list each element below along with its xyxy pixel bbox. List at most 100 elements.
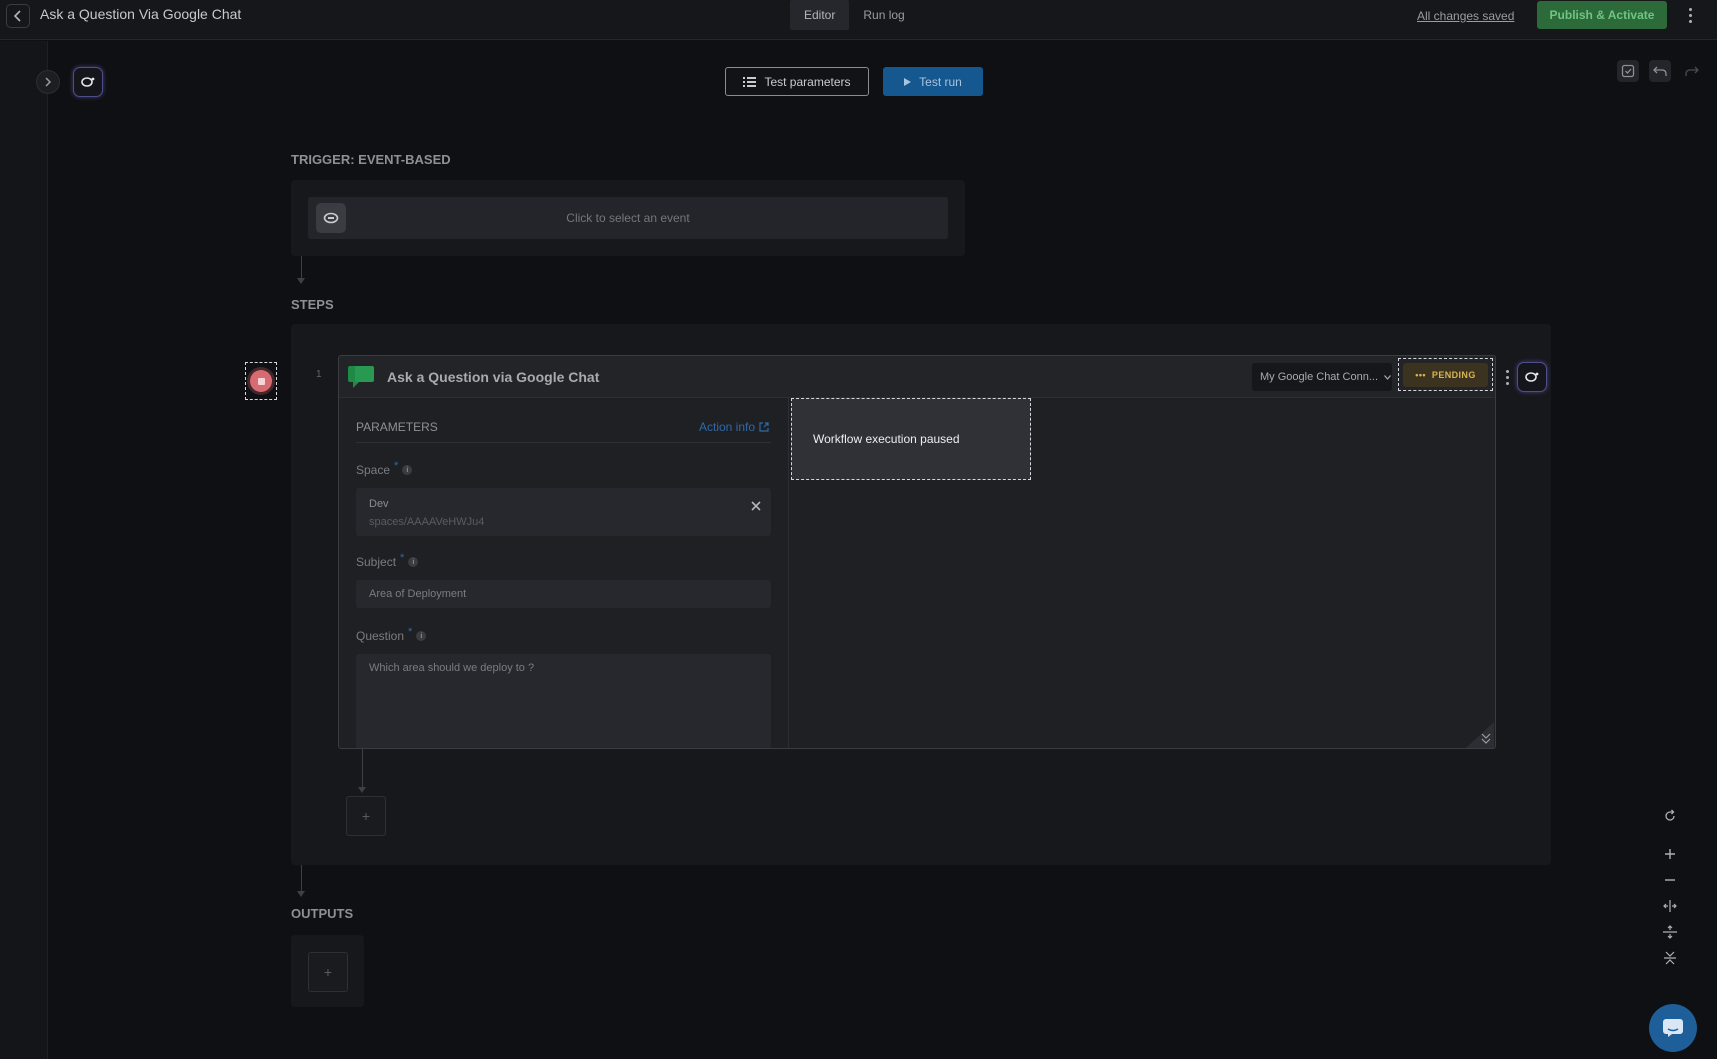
step-more-menu-button[interactable] [1503, 367, 1511, 387]
test-run-button[interactable]: Test run [883, 67, 983, 96]
connector-line [301, 256, 302, 280]
question-input[interactable]: Which area should we deploy to ? [356, 654, 771, 748]
view-tabs: Editor Run log [790, 0, 919, 30]
step-ai-assistant-button[interactable] [1517, 362, 1547, 392]
event-select[interactable]: Click to select an event [308, 197, 948, 239]
connection-select[interactable]: My Google Chat Conn... [1252, 363, 1392, 391]
zoom-in-button[interactable] [1659, 844, 1681, 863]
chevron-left-icon [13, 10, 21, 22]
space-label: Space * i [356, 460, 413, 477]
ai-assistant-icon [81, 77, 95, 87]
support-chat-icon [1663, 1019, 1683, 1037]
required-marker: * [400, 552, 405, 564]
subject-label-text: Subject [356, 555, 397, 569]
space-id: spaces/AAAAVeHWJu4 [369, 516, 485, 528]
stop-step-target [245, 362, 277, 400]
info-icon[interactable]: i [408, 557, 419, 567]
question-label-text: Question [356, 629, 405, 643]
tab-run-log[interactable]: Run log [849, 0, 918, 30]
reset-icon [1665, 809, 1675, 821]
expand-sidebar-button[interactable] [36, 70, 60, 94]
undo-icon [1653, 66, 1667, 76]
action-info-link[interactable]: Action info [699, 420, 769, 434]
kebab-dot-icon [1505, 381, 1509, 385]
play-icon [904, 77, 912, 86]
zoom-out-icon [1665, 878, 1675, 881]
history-tools [1617, 60, 1703, 82]
more-menu-button[interactable] [1685, 4, 1695, 26]
zoom-in-icon [1665, 848, 1675, 859]
connector-arrow [297, 278, 305, 284]
subject-label: Subject * i [356, 552, 419, 569]
ai-assistant-button[interactable] [73, 67, 103, 97]
collapse-icon [1664, 951, 1676, 964]
steps-section-label: STEPS [291, 297, 334, 312]
connector-line [301, 865, 302, 893]
step-card-header[interactable]: Ask a Question via Google Chat My Google… [339, 356, 1495, 398]
kebab-dot-icon [1505, 375, 1509, 379]
reset-view-button[interactable] [1659, 806, 1681, 825]
undo-button[interactable] [1649, 60, 1671, 82]
connection-select-value: My Google Chat Conn... [1260, 371, 1379, 383]
test-run-label: Test run [919, 74, 962, 89]
required-marker: * [408, 626, 413, 638]
redo-button[interactable] [1681, 60, 1703, 82]
test-parameters-button[interactable]: Test parameters [725, 67, 869, 96]
ai-assistant-icon [1525, 372, 1539, 382]
stop-icon [257, 377, 265, 385]
parameters-divider [356, 442, 771, 443]
step-number: 1 [316, 369, 322, 380]
trigger-section-label: TRIGGER: EVENT-BASED [291, 152, 451, 167]
chevron-right-icon [45, 77, 52, 87]
tab-editor[interactable]: Editor [790, 0, 850, 30]
space-name: Dev [369, 498, 389, 510]
zoom-out-button[interactable] [1659, 870, 1681, 889]
stop-execution-button[interactable] [250, 370, 272, 392]
back-button[interactable] [6, 4, 30, 28]
kebab-dot-icon [1688, 19, 1692, 23]
subject-input[interactable]: Area of Deployment [356, 580, 771, 608]
action-info-label: Action info [699, 420, 756, 434]
info-icon[interactable]: i [416, 631, 427, 641]
fit-height-button[interactable] [1659, 922, 1681, 941]
parameters-pane: PARAMETERS Action info Space * i Dev spa… [339, 398, 789, 748]
fit-height-icon [1663, 924, 1677, 939]
save-icon [1621, 64, 1635, 78]
step-title: Ask a Question via Google Chat [387, 369, 600, 385]
event-select-placeholder: Click to select an event [566, 211, 690, 225]
question-label: Question * i [356, 626, 427, 643]
add-output-button[interactable]: + [308, 952, 348, 992]
connector-arrow [297, 891, 305, 897]
ellipsis-icon: ••• [1415, 369, 1426, 380]
close-icon[interactable] [749, 499, 763, 513]
fit-width-button[interactable] [1659, 896, 1681, 915]
save-version-button[interactable] [1617, 60, 1639, 82]
external-link-icon [759, 422, 769, 432]
page-title: Ask a Question Via Google Chat [40, 6, 242, 22]
status-badge: ••• PENDING [1403, 362, 1488, 387]
connector-arrow [358, 787, 366, 793]
execution-paused-tooltip: Workflow execution paused [791, 398, 1031, 480]
list-icon [743, 76, 757, 87]
space-label-text: Space [356, 463, 391, 477]
publish-activate-button[interactable]: Publish & Activate [1537, 1, 1667, 29]
collapse-all-button[interactable] [1659, 948, 1681, 967]
test-parameters-label: Test parameters [764, 74, 851, 89]
pending-status-target: ••• PENDING [1398, 358, 1493, 391]
trigger-container: Click to select an event [291, 180, 965, 256]
kebab-dot-icon [1688, 13, 1692, 17]
space-select[interactable]: Dev spaces/AAAAVeHWJu4 [356, 488, 771, 536]
redo-icon [1685, 66, 1699, 76]
fit-width-icon [1663, 899, 1677, 912]
info-icon[interactable]: i [402, 465, 413, 475]
resize-handle-icon[interactable] [1452, 722, 1494, 748]
left-rail [0, 41, 48, 1059]
add-step-button[interactable]: + [346, 796, 386, 836]
support-chat-button[interactable] [1649, 1004, 1697, 1052]
outputs-container: + [291, 935, 364, 1007]
top-bar: Ask a Question Via Google Chat Editor Ru… [0, 0, 1717, 40]
kebab-dot-icon [1688, 7, 1692, 11]
zoom-controls [1656, 806, 1684, 967]
google-chat-icon [348, 366, 374, 388]
changes-saved-link[interactable]: All changes saved [1417, 9, 1514, 23]
